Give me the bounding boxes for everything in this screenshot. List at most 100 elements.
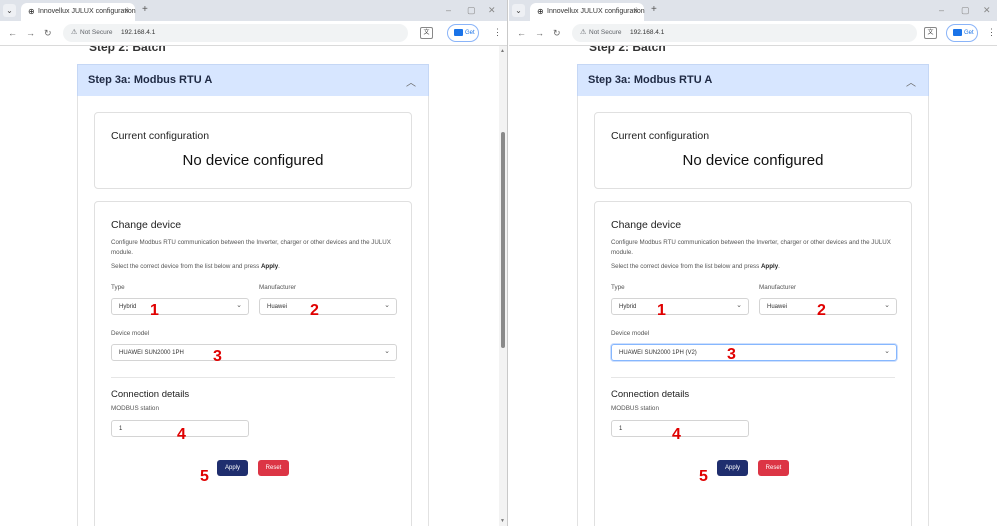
step-body: Current configuration No device configur…	[577, 96, 929, 526]
instruction-suffix: .	[778, 263, 780, 270]
minimize-icon[interactable]: –	[446, 5, 451, 15]
annotation-3: 3	[727, 346, 736, 363]
globe-icon: ⊕	[537, 7, 544, 16]
apply-button[interactable]: Apply	[717, 460, 748, 476]
manufacturer-label: Manufacturer	[259, 284, 297, 291]
translate-icon[interactable]: 文	[420, 27, 433, 39]
apply-button[interactable]: Apply	[217, 460, 248, 476]
change-device-title: Change device	[111, 219, 182, 231]
tab-close-icon[interactable]: ×	[124, 7, 129, 15]
translate-icon[interactable]: 文	[924, 27, 937, 39]
annotation-2: 2	[817, 302, 826, 319]
chevron-up-icon[interactable]: ︿	[906, 74, 916, 89]
reset-button[interactable]: Reset	[758, 460, 789, 476]
chevron-down-icon: ⌄	[884, 302, 890, 309]
get-button[interactable]: Get	[447, 24, 479, 42]
maximize-icon[interactable]: ▢	[961, 5, 970, 15]
forward-icon[interactable]: →	[535, 28, 544, 38]
menu-icon[interactable]: ⋮	[493, 27, 502, 37]
manufacturer-select[interactable]: Huawei ⌄	[259, 298, 397, 315]
type-select[interactable]: Hybrid ⌄	[611, 298, 749, 315]
previous-step-label: Step 2: Batch	[89, 46, 166, 54]
modbus-station-label: MODBUS station	[611, 405, 659, 412]
manufacturer-label: Manufacturer	[759, 284, 797, 291]
instruction-prefix: Select the correct device from the list …	[611, 263, 761, 270]
step-body: Current configuration No device configur…	[77, 96, 429, 526]
change-device-card: Change device Configure Modbus RTU commu…	[94, 201, 412, 526]
close-window-icon[interactable]: ✕	[488, 5, 496, 15]
connection-details-title: Connection details	[111, 389, 190, 400]
maximize-icon[interactable]: ▢	[467, 5, 476, 15]
reload-icon[interactable]: ↻	[553, 28, 561, 38]
device-model-select[interactable]: HUAWEI SUN2000 1PH ⌄	[111, 344, 397, 361]
tab-close-icon[interactable]: ×	[633, 7, 638, 15]
current-config-card: Current configuration No device configur…	[594, 112, 912, 189]
tab-search-icon[interactable]: ⌄	[512, 4, 525, 17]
tab-bar: ⌄ ⊕ Innovellux JULUX configuration × + –…	[0, 0, 507, 21]
warning-icon: ⚠	[71, 29, 78, 36]
annotation-3: 3	[213, 348, 222, 365]
url-text: 192.168.4.1	[630, 29, 665, 36]
menu-icon[interactable]: ⋮	[987, 27, 996, 37]
chevron-down-icon: ⌄	[384, 302, 390, 309]
reload-icon[interactable]: ↻	[44, 28, 52, 38]
current-config-title: Current configuration	[111, 130, 210, 142]
omnibox[interactable]: ⚠ Not Secure 192.168.4.1	[572, 24, 917, 42]
not-secure-label: Not Secure	[80, 29, 113, 36]
app-icon	[953, 29, 962, 36]
modbus-station-value: 1	[619, 426, 623, 432]
close-window-icon[interactable]: ✕	[983, 5, 991, 15]
browser-tab[interactable]: ⊕ Innovellux JULUX configuration ×	[21, 3, 136, 21]
page-content: Step 2: Batch Step 3a: Modbus RTU A ︿ Cu…	[509, 46, 997, 526]
annotation-2: 2	[310, 302, 319, 319]
chevron-down-icon: ⌄	[236, 302, 242, 309]
device-model-label: Device model	[611, 330, 650, 337]
change-device-description: Configure Modbus RTU communication betwe…	[611, 239, 891, 256]
new-tab-button[interactable]: +	[142, 5, 148, 15]
current-config-title: Current configuration	[611, 130, 710, 142]
chevron-up-icon[interactable]: ︿	[406, 74, 416, 89]
modbus-station-value: 1	[119, 426, 123, 432]
page-content: Step 2: Batch Step 3a: Modbus RTU A ︿ Cu…	[0, 46, 507, 526]
tab-search-icon[interactable]: ⌄	[3, 4, 16, 17]
omnibox[interactable]: ⚠ Not Secure 192.168.4.1	[63, 24, 408, 42]
manufacturer-value: Huawei	[767, 304, 788, 310]
modbus-station-label: MODBUS station	[111, 405, 159, 412]
current-config-card: Current configuration No device configur…	[94, 112, 412, 189]
back-icon[interactable]: ←	[8, 28, 17, 38]
change-device-title: Change device	[611, 219, 682, 231]
minimize-icon[interactable]: –	[939, 5, 944, 15]
type-value: Hybrid	[619, 304, 637, 310]
tab-title: Innovellux JULUX configuration	[547, 8, 645, 15]
reset-button[interactable]: Reset	[258, 460, 289, 476]
back-icon[interactable]: ←	[517, 28, 526, 38]
forward-icon[interactable]: →	[26, 28, 35, 38]
scrollbar-thumb[interactable]	[501, 132, 505, 348]
browser-window-right: ⌄ ⊕ Innovellux JULUX configuration × + –…	[509, 0, 997, 526]
instruction-suffix: .	[278, 263, 280, 270]
browser-tab[interactable]: ⊕ Innovellux JULUX configuration ×	[530, 3, 645, 21]
scroll-down-icon[interactable]: ▼	[500, 518, 505, 524]
type-label: Type	[111, 284, 125, 291]
type-select[interactable]: Hybrid ⌄	[111, 298, 249, 315]
get-label: Get	[964, 30, 974, 36]
new-tab-button[interactable]: +	[651, 5, 657, 15]
manufacturer-value: Huawei	[267, 304, 288, 310]
address-bar: ← → ↻ ⚠ Not Secure 192.168.4.1 文 Get ⋮	[0, 21, 507, 46]
step-header[interactable]: Step 3a: Modbus RTU A ︿	[77, 64, 429, 97]
app-icon	[454, 29, 463, 36]
scrollbar[interactable]: ▲ ▼	[499, 46, 507, 526]
device-model-select[interactable]: HUAWEI SUN2000 1PH (V2) ⌄	[611, 344, 897, 361]
tab-bar: ⌄ ⊕ Innovellux JULUX configuration × + –…	[509, 0, 997, 21]
device-model-value: HUAWEI SUN2000 1PH	[119, 350, 184, 356]
annotation-1: 1	[150, 302, 159, 319]
scroll-up-icon[interactable]: ▲	[500, 48, 505, 54]
current-config-value: No device configured	[182, 152, 324, 169]
manufacturer-select[interactable]: Huawei ⌄	[759, 298, 897, 315]
change-device-card: Change device Configure Modbus RTU commu…	[594, 201, 912, 526]
get-button[interactable]: Get	[946, 24, 978, 42]
previous-step-label: Step 2: Batch	[589, 46, 666, 54]
annotation-5: 5	[699, 468, 708, 485]
step-header[interactable]: Step 3a: Modbus RTU A ︿	[577, 64, 929, 97]
device-model-label: Device model	[111, 330, 150, 337]
